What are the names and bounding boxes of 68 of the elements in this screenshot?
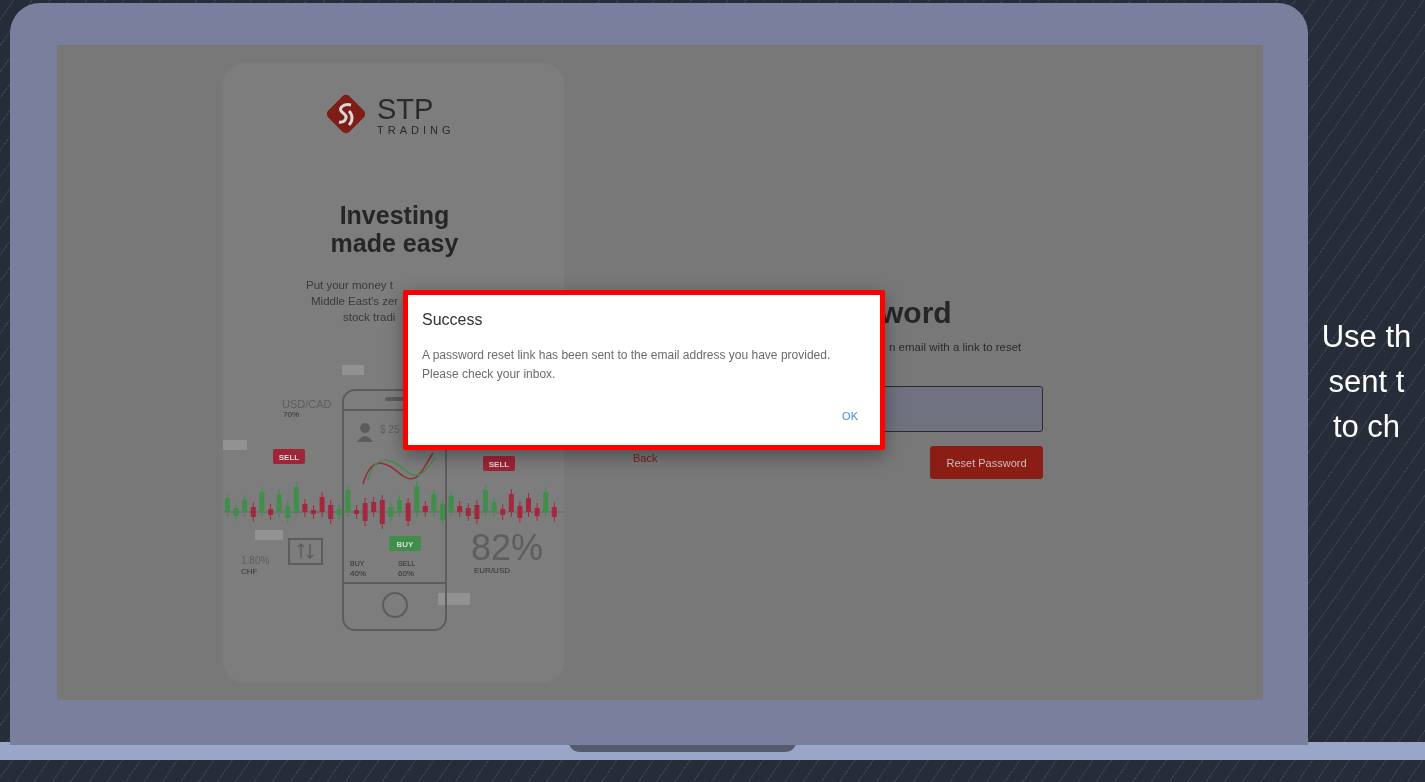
- candlestick: [319, 491, 325, 518]
- sell-share: 60%: [398, 569, 414, 578]
- candlestick: [311, 504, 316, 520]
- candlestick: [422, 500, 428, 518]
- candlestick: [405, 497, 411, 527]
- candlestick: [397, 494, 402, 518]
- candlestick: [491, 496, 497, 518]
- candlestick: [225, 492, 230, 518]
- candlestick: [233, 502, 239, 522]
- promo-heading: Investing: [339, 201, 450, 229]
- candlestick: [534, 502, 540, 522]
- promo-text: Put your money t: [306, 278, 393, 293]
- candlestick: [242, 494, 248, 518]
- promo-heading: made easy: [330, 229, 459, 257]
- candlestick: [508, 488, 514, 518]
- candlestick: [285, 500, 291, 524]
- buy-tag: BUY: [389, 536, 421, 551]
- candlestick: [543, 486, 549, 518]
- candlestick: [474, 499, 480, 525]
- candlestick: [259, 486, 265, 518]
- candlestick: [371, 496, 377, 518]
- candlestick: [250, 501, 256, 523]
- candlestick: [336, 503, 342, 521]
- currency-label: CHF: [241, 567, 258, 576]
- candlestick: [268, 503, 273, 521]
- form-subtitle: n email with a link to reset: [888, 341, 1023, 353]
- candlestick: [293, 481, 299, 518]
- candlestick: [414, 480, 420, 518]
- pair-label: EUR/USD: [474, 566, 510, 575]
- candlestick: [500, 503, 506, 521]
- candlestick: [526, 492, 531, 518]
- sell-tag: SELL: [273, 449, 305, 464]
- reset-password-button[interactable]: Reset Password: [930, 446, 1043, 479]
- placeholder-block: [223, 440, 247, 450]
- dialog-title: Success: [422, 311, 484, 329]
- candlestick: [379, 494, 385, 530]
- candlestick: [483, 484, 488, 518]
- candlestick: [354, 504, 359, 520]
- caption-text: Use th: [1321, 318, 1412, 356]
- logo-name: STP: [377, 94, 435, 124]
- promo-text: Middle East's zer: [311, 294, 399, 309]
- sell-tag: SELL: [483, 456, 515, 471]
- logo-tagline: TRADING: [377, 124, 455, 136]
- candlestick: [302, 498, 308, 518]
- candlestick: [276, 488, 282, 518]
- placeholder-block: [438, 593, 470, 605]
- candlestick: [448, 490, 454, 518]
- caption-text: to ch: [1332, 408, 1401, 446]
- candlestick: [551, 501, 557, 523]
- candlestick: [388, 501, 394, 523]
- ok-button[interactable]: OK: [834, 406, 866, 426]
- candlestick: [457, 500, 463, 518]
- candlestick: [345, 484, 351, 518]
- back-link[interactable]: Back: [633, 452, 658, 464]
- person-icon: [357, 423, 373, 442]
- dialog-message: A password reset link has been sent to the email address you have provided.: [422, 347, 831, 364]
- buy-share: 40%: [350, 569, 366, 578]
- promo-text: stock tradi: [343, 310, 396, 325]
- candlestick: [362, 497, 368, 527]
- pair-value: 70%: [283, 410, 299, 419]
- arrows-icon: [288, 538, 323, 565]
- candlestick: [431, 488, 437, 518]
- candlestick: [465, 502, 471, 522]
- dialog-message: Please check your inbox.: [422, 366, 556, 383]
- candlestick: [328, 499, 334, 525]
- candlestick: [440, 498, 445, 526]
- candlestick: [517, 500, 523, 524]
- caption-text: sent t: [1328, 363, 1405, 401]
